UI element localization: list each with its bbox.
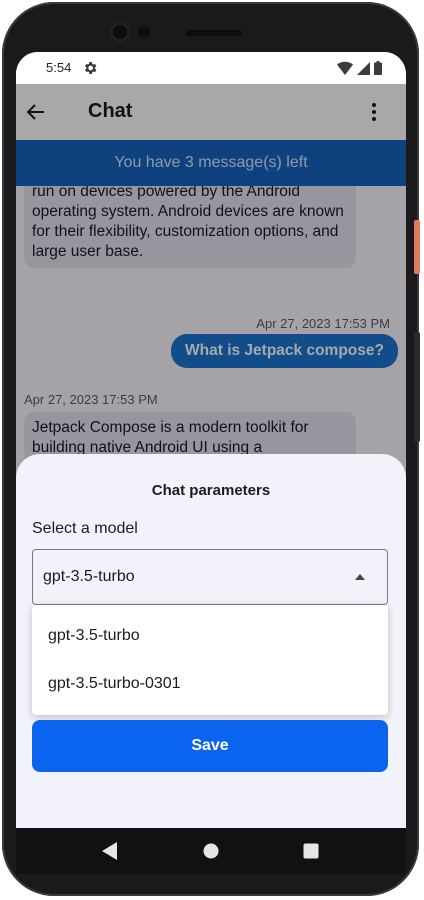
recents-square-icon[interactable]	[303, 842, 319, 860]
system-icons	[337, 61, 382, 75]
model-select[interactable]: gpt-3.5-turbo	[32, 549, 388, 605]
save-button-label: Save	[191, 737, 229, 754]
status-bar: 5:54	[16, 52, 406, 84]
signal-icon	[357, 61, 370, 75]
status-time: 5:54	[46, 60, 72, 75]
model-dropdown-menu: gpt-3.5-turbo gpt-3.5-turbo-0301	[32, 605, 388, 715]
model-select-value: gpt-3.5-turbo	[43, 568, 135, 585]
model-option[interactable]: gpt-3.5-turbo	[48, 627, 140, 645]
earpiece-speaker	[186, 30, 242, 36]
arrow-drop-up-icon[interactable]	[355, 574, 365, 580]
sheet-title: Chat parameters	[151, 482, 271, 499]
model-option[interactable]: gpt-3.5-turbo-0301	[48, 675, 181, 693]
model-label: Select a model	[32, 520, 138, 537]
back-triangle-icon[interactable]	[102, 842, 118, 860]
front-camera	[110, 22, 130, 42]
wifi-icon	[337, 61, 353, 75]
power-button	[414, 220, 420, 274]
screen: 5:54 Chat You have 3 message(s) left run…	[16, 52, 406, 828]
save-button[interactable]: Save	[32, 720, 388, 772]
proximity-sensor	[138, 27, 150, 37]
navigation-bar	[16, 828, 406, 874]
chat-parameters-sheet: Chat parameters Select a model gpt-3.5-t…	[16, 454, 406, 828]
volume-button	[414, 332, 420, 442]
battery-icon	[374, 61, 382, 75]
home-circle-icon[interactable]	[203, 842, 219, 860]
settings-icon	[84, 62, 97, 74]
